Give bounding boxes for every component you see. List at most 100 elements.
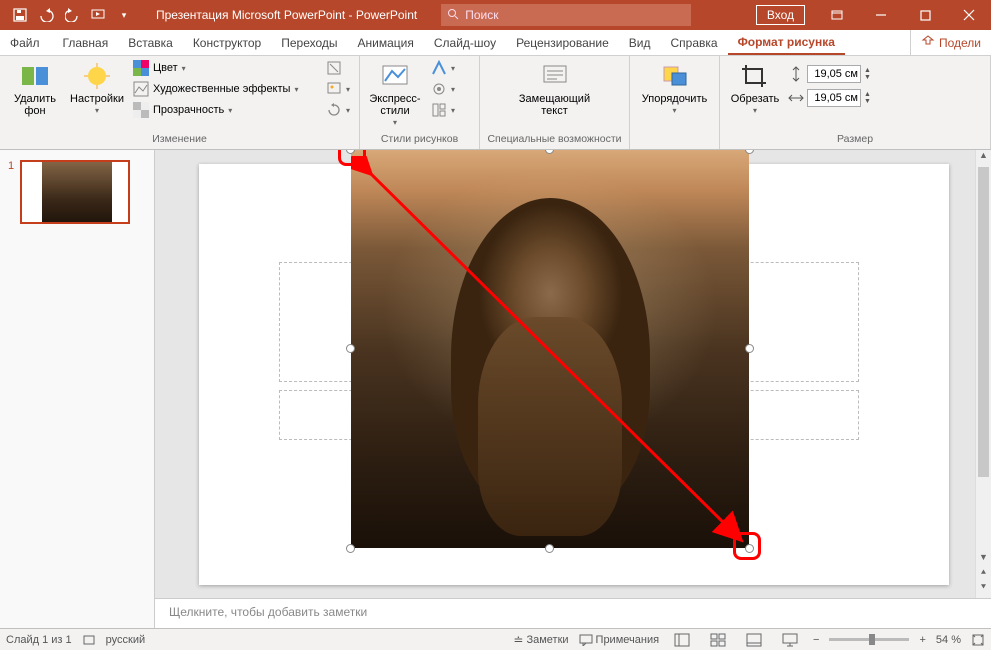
document-title: Презентация Microsoft PowerPoint - Power… [144, 8, 429, 22]
save-icon[interactable] [8, 3, 32, 27]
login-button[interactable]: Вход [756, 5, 805, 25]
prev-slide-icon[interactable]: ⯅ [976, 567, 991, 583]
notes-pane[interactable]: Щелкните, чтобы добавить заметки [155, 598, 991, 628]
group-arrange: Упорядочить ▾ [630, 56, 720, 149]
zoom-in-button[interactable]: + [919, 634, 925, 646]
corrections-button[interactable]: Настройки ▾ [68, 59, 126, 116]
group-label-adjust: Изменение [6, 133, 353, 149]
tab-review[interactable]: Рецензирование [506, 30, 619, 55]
transparency-label: Прозрачность [153, 104, 224, 116]
vertical-scrollbar[interactable]: ▲ ▼ ⯅ ⯆ [975, 150, 991, 598]
artistic-icon [133, 81, 149, 97]
tab-insert[interactable]: Вставка [118, 30, 183, 55]
chevron-down-icon: ▾ [451, 85, 455, 94]
crop-button[interactable]: Обрезать ▾ [726, 59, 784, 116]
ribbon-display-icon[interactable] [815, 0, 859, 30]
change-picture-button[interactable]: ▾ [323, 80, 353, 98]
minimize-icon[interactable] [859, 0, 903, 30]
reset-picture-button[interactable]: ▾ [323, 101, 353, 119]
group-label-size: Размер [726, 133, 984, 149]
selected-picture[interactable] [351, 150, 749, 548]
picture-effects-button[interactable]: ▾ [428, 80, 458, 98]
picture-border-button[interactable]: ▾ [428, 59, 458, 77]
reading-view-icon[interactable] [741, 631, 767, 649]
scroll-thumb[interactable] [978, 167, 989, 477]
styles-label: Экспресс-стили [366, 93, 424, 117]
comments-toggle[interactable]: Примечания [579, 634, 660, 646]
tab-file[interactable]: Файл [0, 30, 50, 55]
resize-handle-bm[interactable] [545, 544, 554, 553]
resize-handle-tr[interactable] [745, 150, 754, 154]
slide-indicator[interactable]: Слайд 1 из 1 [6, 634, 72, 646]
crop-label: Обрезать [731, 93, 780, 105]
resize-handle-mr[interactable] [745, 344, 754, 353]
arrange-button[interactable]: Упорядочить ▾ [636, 59, 713, 116]
redo-icon[interactable] [60, 3, 84, 27]
remove-background-button[interactable]: Удалить фон [6, 59, 64, 117]
thumb-number: 1 [8, 160, 14, 224]
maximize-icon[interactable] [903, 0, 947, 30]
slideshow-view-icon[interactable] [777, 631, 803, 649]
tab-animation[interactable]: Анимация [348, 30, 424, 55]
tab-transitions[interactable]: Переходы [271, 30, 347, 55]
alt-text-button[interactable]: Замещающий текст [510, 59, 600, 117]
fit-to-window-icon[interactable] [971, 633, 985, 647]
tab-picture-format[interactable]: Формат рисунка [728, 30, 845, 55]
width-field[interactable] [807, 89, 861, 107]
picture-layout-button[interactable]: ▾ [428, 101, 458, 119]
notes-placeholder-text: Щелкните, чтобы добавить заметки [169, 605, 367, 619]
group-picture-styles: Экспресс-стили ▾ ▾ ▾ ▾ Стили рисунков [360, 56, 480, 149]
close-icon[interactable] [947, 0, 991, 30]
start-from-beginning-icon[interactable] [86, 3, 110, 27]
resize-handle-ml[interactable] [346, 344, 355, 353]
spin-down-icon[interactable]: ▼ [864, 98, 871, 105]
resize-handle-br[interactable] [745, 544, 754, 553]
language-indicator[interactable]: русский [106, 634, 145, 646]
height-field[interactable] [807, 65, 861, 83]
artistic-effects-button[interactable]: Художественные эффекты ▾ [130, 80, 301, 98]
slide-thumbnail[interactable]: 1 [8, 160, 146, 224]
height-icon [788, 66, 804, 82]
chevron-down-icon: ▾ [346, 106, 350, 115]
zoom-slider[interactable] [829, 638, 909, 641]
height-input[interactable]: ▲▼ [788, 65, 871, 83]
quick-access-toolbar: ▾ [0, 3, 144, 27]
width-input[interactable]: ▲▼ [788, 89, 871, 107]
arrange-icon [660, 61, 690, 91]
scroll-up-icon[interactable]: ▲ [976, 150, 991, 166]
qat-more-icon[interactable]: ▾ [112, 3, 136, 27]
ribbon-tabs: Файл Главная Вставка Конструктор Переход… [0, 30, 991, 56]
notes-toggle[interactable]: ≐Заметки [513, 633, 568, 647]
spellcheck-button[interactable] [82, 633, 96, 647]
tab-view[interactable]: Вид [619, 30, 661, 55]
resize-handle-bl[interactable] [346, 544, 355, 553]
slide-canvas-area: ▲ ▼ ⯅ ⯆ Щелкните, чтобы добавить заметки [155, 150, 991, 628]
zoom-level[interactable]: 54 % [936, 634, 961, 646]
spin-down-icon[interactable]: ▼ [864, 74, 871, 81]
quick-styles-button[interactable]: Экспресс-стили ▾ [366, 59, 424, 128]
chevron-down-icon: ▾ [672, 107, 676, 116]
chevron-down-icon: ▾ [451, 106, 455, 115]
tab-design[interactable]: Конструктор [183, 30, 271, 55]
share-button[interactable]: Подели [910, 30, 991, 55]
tab-slideshow[interactable]: Слайд-шоу [424, 30, 506, 55]
notes-label: Заметки [526, 634, 568, 646]
search-box[interactable]: Поиск [441, 4, 691, 26]
titlebar: ▾ Презентация Microsoft PowerPoint - Pow… [0, 0, 991, 30]
zoom-out-button[interactable]: − [813, 634, 819, 646]
color-button[interactable]: Цвет ▾ [130, 59, 301, 77]
scroll-down-icon[interactable]: ▼ [976, 552, 991, 568]
transparency-button[interactable]: Прозрачность ▾ [130, 101, 301, 119]
color-icon [133, 60, 149, 76]
compress-pictures-button[interactable] [323, 59, 353, 77]
ribbon: Удалить фон Настройки ▾ Цвет ▾ Художеств… [0, 56, 991, 150]
tab-help[interactable]: Справка [660, 30, 727, 55]
chevron-down-icon: ▾ [182, 64, 186, 73]
spin-up-icon[interactable]: ▲ [864, 91, 871, 98]
slide-sorter-icon[interactable] [705, 631, 731, 649]
undo-icon[interactable] [34, 3, 58, 27]
tab-home[interactable]: Главная [53, 30, 119, 55]
spin-up-icon[interactable]: ▲ [864, 67, 871, 74]
next-slide-icon[interactable]: ⯆ [976, 582, 991, 598]
normal-view-icon[interactable] [669, 631, 695, 649]
